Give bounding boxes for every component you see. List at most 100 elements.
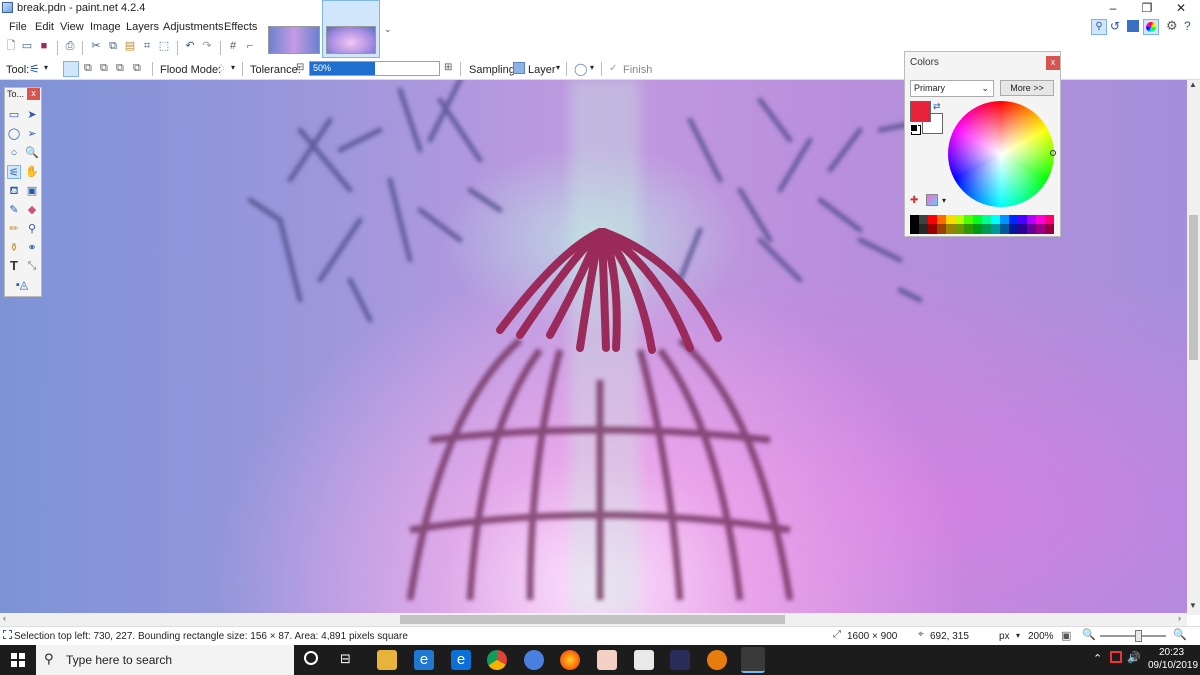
recolor-icon[interactable]: ⚭ <box>25 241 39 255</box>
paintbrush-icon[interactable]: ✎ <box>7 203 21 217</box>
deselect-icon[interactable]: ⬚ <box>157 40 171 53</box>
chrome-browser-icon[interactable] <box>487 650 507 670</box>
add-to-palette-icon[interactable]: ✚ <box>910 195 918 206</box>
palette-swatch-shade[interactable] <box>937 224 946 234</box>
zoom-slider-thumb[interactable] <box>1135 630 1142 642</box>
image-tab-active-thumbnail[interactable] <box>326 26 376 54</box>
clock-time[interactable]: 20:23 <box>1159 647 1184 658</box>
magic-wand-icon[interactable]: ⚟ <box>29 62 40 76</box>
palette-swatch-shade[interactable] <box>982 224 991 234</box>
vertical-scrollbar-thumb[interactable] <box>1189 215 1198 360</box>
scroll-left-icon[interactable]: ‹ <box>3 613 6 623</box>
finish-button[interactable]: Finish <box>623 64 652 76</box>
antivirus-tray-icon[interactable] <box>1110 651 1122 663</box>
zoom-icon[interactable]: 🔍 <box>25 146 39 160</box>
save-icon[interactable]: ■ <box>37 40 51 53</box>
line-curve-icon[interactable]: ⤡ <box>25 259 39 273</box>
menu-view[interactable]: View <box>60 21 84 33</box>
palette-swatch[interactable] <box>1045 215 1054 224</box>
edge-browser-icon[interactable]: e <box>451 650 471 670</box>
menu-file[interactable]: File <box>9 21 27 33</box>
zoom-in-icon[interactable]: 🔍 <box>1173 628 1187 641</box>
tabs-dropdown-icon[interactable]: ⌄ <box>384 24 392 35</box>
menu-effects[interactable]: Effects <box>224 21 257 33</box>
reset-colors-icon[interactable] <box>910 124 918 132</box>
paste-icon[interactable]: ▤ <box>123 40 137 53</box>
palette-swatch[interactable] <box>946 215 955 224</box>
palette-swatch-shade[interactable] <box>1018 224 1027 234</box>
palette-swatch[interactable] <box>982 215 991 224</box>
palette-swatch-shade[interactable] <box>1027 224 1036 234</box>
tools-window-close-button[interactable]: x <box>27 88 40 100</box>
palette-swatch[interactable] <box>910 215 919 224</box>
print-icon[interactable]: ⎙ <box>63 40 77 53</box>
color-wheel-marker[interactable] <box>1050 150 1056 156</box>
palette-swatch-shade[interactable] <box>1000 224 1009 234</box>
color-picker-icon[interactable]: ⚲ <box>25 222 39 236</box>
selection-mode-replace-icon[interactable] <box>63 61 79 77</box>
move-selected-icon[interactable]: ➤ <box>25 108 39 122</box>
swap-colors-icon[interactable]: ⇄ <box>933 101 941 112</box>
antialiasing-icon[interactable]: ◯ <box>574 62 587 76</box>
palette-swatch[interactable] <box>1018 215 1027 224</box>
antialiasing-dropdown-icon[interactable]: ▾ <box>590 63 594 72</box>
palette-swatch[interactable] <box>1000 215 1009 224</box>
palette-swatch-shade[interactable] <box>1045 224 1054 234</box>
flood-mode-dropdown-icon[interactable]: ▾ <box>231 63 235 72</box>
volume-icon[interactable]: 🔊 <box>1127 651 1141 664</box>
palette-swatch[interactable] <box>955 215 964 224</box>
show-hidden-icons-icon[interactable]: ⌃ <box>1093 652 1102 665</box>
taskbar-search-placeholder[interactable]: Type here to search <box>66 653 172 667</box>
settings-gear-icon[interactable]: ⚙ <box>1166 18 1178 34</box>
task-view-icon[interactable]: ⊟ <box>340 651 351 667</box>
primary-color-swatch[interactable] <box>910 101 931 122</box>
palette-swatch[interactable] <box>1027 215 1036 224</box>
cortana-icon[interactable] <box>304 651 318 665</box>
colors-window-close-button[interactable]: x <box>1046 56 1060 70</box>
tolerance-decrease-icon[interactable]: ⊟ <box>296 62 304 73</box>
palette-swatch[interactable] <box>991 215 1000 224</box>
magic-wand-tool-icon[interactable]: ⚟ <box>7 165 21 179</box>
palette-swatch[interactable] <box>973 215 982 224</box>
palette-swatch-shade[interactable] <box>1009 224 1018 234</box>
lasso-select-icon[interactable]: ◯ <box>7 127 21 141</box>
tolerance-slider[interactable]: 50% <box>309 61 440 76</box>
units-dropdown-icon[interactable]: ▾ <box>1016 631 1020 640</box>
palette-swatch-shade[interactable] <box>919 224 928 234</box>
pencil-icon[interactable]: ✏ <box>7 222 21 236</box>
image-tab-thumbnail[interactable] <box>268 26 320 54</box>
open-folder-icon[interactable]: ▭ <box>20 40 34 53</box>
palette-swatch[interactable] <box>928 215 937 224</box>
tolerance-increase-icon[interactable]: ⊞ <box>444 62 452 73</box>
menu-layers[interactable]: Layers <box>126 21 159 33</box>
palette-swatch-shade[interactable] <box>973 224 982 234</box>
blender-icon[interactable] <box>707 650 727 670</box>
chrome-canary-icon[interactable] <box>524 650 544 670</box>
grid-icon[interactable]: # <box>226 40 240 53</box>
clock-date[interactable]: 09/10/2019 <box>1148 660 1198 671</box>
zoom-level[interactable]: 200% <box>1028 631 1054 642</box>
palette-swatch-shade[interactable] <box>1036 224 1045 234</box>
layer-sampling-icon[interactable] <box>513 62 525 74</box>
palette-swatch-shade[interactable] <box>955 224 964 234</box>
copy-icon[interactable]: ⧉ <box>106 40 120 53</box>
layers-window-icon[interactable] <box>1127 20 1139 32</box>
new-file-icon[interactable]: 🗋 <box>4 40 18 53</box>
close-window-button[interactable]: ✕ <box>1164 0 1198 17</box>
galaxy-app-icon[interactable] <box>670 650 690 670</box>
minimize-button[interactable]: – <box>1096 0 1130 17</box>
flood-mode-icon[interactable]: ♢ <box>216 62 226 75</box>
sampling-dropdown-icon[interactable]: ▾ <box>556 63 560 72</box>
palette-swatch[interactable] <box>937 215 946 224</box>
palette-swatch[interactable] <box>1009 215 1018 224</box>
zoom-to-window-icon[interactable]: ▣ <box>1061 629 1071 642</box>
tool-dropdown-icon[interactable]: ▾ <box>44 63 48 72</box>
eraser-icon[interactable]: ◆ <box>25 203 39 217</box>
palette-swatch-shade[interactable] <box>928 224 937 234</box>
selection-mode-intersect-icon[interactable]: ⧉ <box>116 62 124 75</box>
maximize-button[interactable]: ❐ <box>1130 0 1164 17</box>
text-tool-icon[interactable]: T <box>7 259 21 273</box>
zoom-out-icon[interactable]: 🔍 <box>1082 628 1096 641</box>
palette-swatch-shade[interactable] <box>964 224 973 234</box>
windows-start-icon[interactable] <box>11 653 25 667</box>
